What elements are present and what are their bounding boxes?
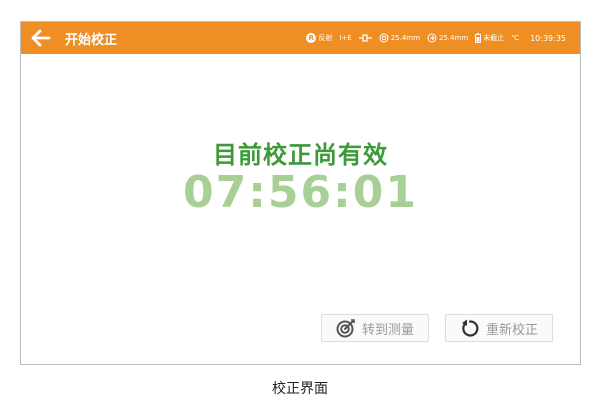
top-bar: 开始校正 R 反射 I+E 25.4mm 25.4mm 未截止 ℃ 10:39:…: [21, 22, 580, 54]
temperature-unit: ℃: [511, 34, 520, 42]
measure-area-icon: [427, 33, 437, 43]
back-arrow-icon[interactable]: [29, 27, 53, 49]
recalibrate-button[interactable]: 重新校正: [445, 314, 553, 342]
light-source-icon: [358, 34, 372, 42]
measure-area-size: 25.4mm: [438, 34, 469, 42]
measure-mode-status: R 反射: [306, 33, 332, 43]
battery-status: 未截止: [475, 33, 504, 43]
device-screen: 开始校正 R 反射 I+E 25.4mm 25.4mm 未截止 ℃ 10:39:…: [20, 21, 581, 365]
battery-label: 未截止: [483, 34, 505, 42]
rotate-ccw-icon: [461, 319, 479, 337]
go-to-measure-button[interactable]: 转到测量: [321, 314, 429, 342]
aperture-icon: [379, 33, 389, 43]
aperture-size: 25.4mm: [390, 34, 420, 42]
figure-caption: 校正界面: [272, 381, 328, 397]
illumination-label: I+E: [339, 34, 352, 42]
calibration-countdown: 07:56:01: [183, 167, 418, 218]
recalibrate-label: 重新校正: [485, 322, 538, 338]
measure-area-status: 25.4mm: [427, 33, 468, 43]
radar-target-icon: [336, 319, 355, 338]
battery-icon: [475, 33, 482, 43]
page-title: 开始校正: [65, 33, 118, 48]
light-source-status: [358, 34, 372, 42]
mode-label: 反射: [318, 34, 333, 42]
status-bar: R 反射 I+E 25.4mm 25.4mm 未截止 ℃ 10:39:35: [306, 22, 566, 54]
mode-badge: R: [306, 33, 317, 43]
clock: 10:39:35: [530, 33, 566, 43]
go-to-measure-label: 转到测量: [361, 322, 414, 338]
aperture-status: 25.4mm: [379, 33, 420, 43]
calibration-status-message: 目前校正尚有效: [213, 141, 388, 169]
